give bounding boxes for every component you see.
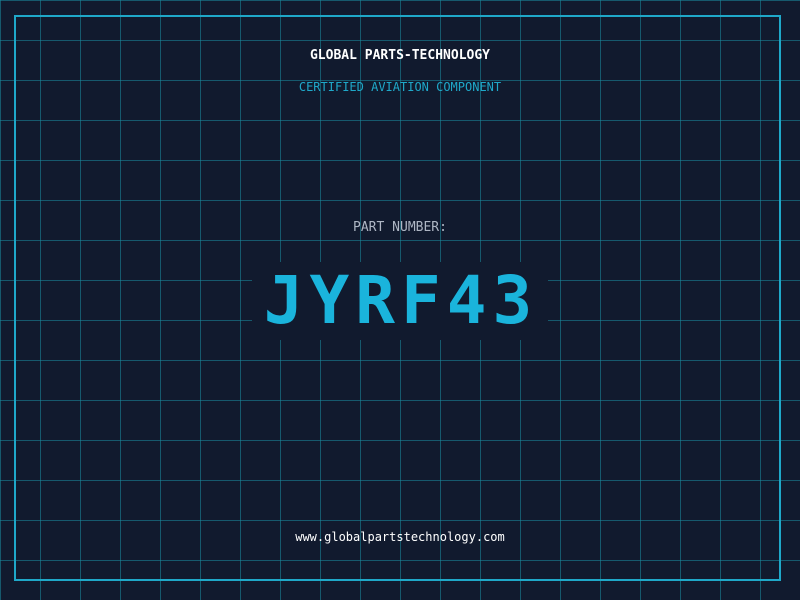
part-label-card: GLOBAL PARTS-TECHNOLOGY CERTIFIED AVIATI… (0, 0, 800, 600)
part-number-container: JYRF43 (0, 262, 800, 340)
part-number-value: JYRF43 (251, 262, 549, 340)
company-name: GLOBAL PARTS-TECHNOLOGY (309, 48, 490, 63)
certification-tagline: CERTIFIED AVIATION COMPONENT (298, 80, 502, 94)
part-number-label: PART NUMBER: (353, 220, 447, 235)
website-url: www.globalpartstechnology.com (295, 530, 505, 544)
